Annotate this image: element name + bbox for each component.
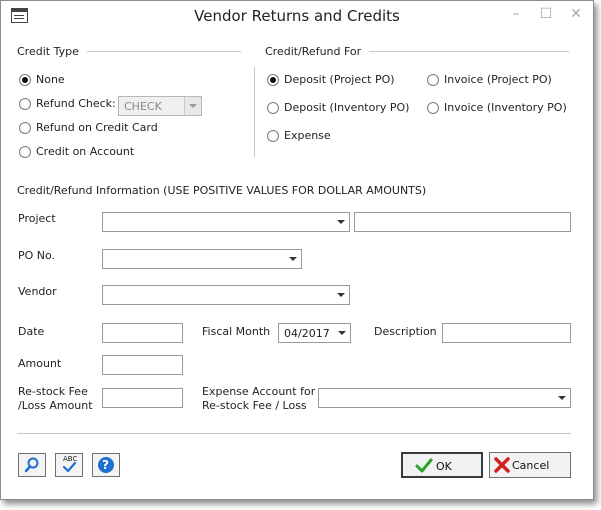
help-icon-text: ? [102,458,109,472]
chevron-down-icon [289,257,297,261]
radio-invoice-inventory-po-label: Invoice (Inventory PO) [444,101,567,114]
check-type-combo: CHECK [118,96,202,116]
radio-refund-check[interactable] [19,98,31,110]
vendor-returns-dialog: Vendor Returns and Credits – ☐ ✕ Credit … [0,0,594,500]
cancel-button[interactable]: Cancel [489,452,571,478]
fiscal-month-combo[interactable]: 04/2017 [278,323,351,343]
expense-account-label-line1: Expense Account for [202,385,316,398]
fiscal-month-value: 04/2017 [284,327,330,340]
radio-deposit-inventory-po-label: Deposit (Inventory PO) [284,101,410,114]
restock-label-line2: /Loss Amount [18,399,93,412]
radio-credit-on-account[interactable] [19,146,31,158]
amount-field[interactable] [102,355,183,375]
chevron-down-icon [337,220,345,224]
chevron-down-icon [338,331,346,335]
check-type-value: CHECK [124,100,162,113]
cancel-button-label: Cancel [512,459,550,472]
project-label: Project [18,212,56,225]
minimize-icon[interactable]: – [506,6,526,22]
description-field[interactable] [442,323,571,343]
radio-deposit-inventory-po[interactable] [267,102,279,114]
description-label: Description [374,325,437,338]
search-icon [24,457,39,473]
help-button[interactable]: ? [92,453,120,477]
close-x-icon [494,457,510,473]
radio-expense-label: Expense [284,129,331,142]
restock-fee-field[interactable] [102,388,183,408]
spell-check-button[interactable]: ABC [55,453,83,477]
radio-expense[interactable] [267,130,279,142]
maximize-icon[interactable]: ☐ [536,6,556,22]
title-bar: Vendor Returns and Credits – ☐ ✕ [1,1,593,31]
radio-none[interactable] [19,74,31,86]
expense-account-combo[interactable] [318,388,571,408]
spell-check-icon [62,461,77,473]
ok-button-label: OK [436,460,452,473]
credit-refund-for-heading: Credit/Refund For [265,45,362,58]
project-description-field[interactable] [354,212,571,232]
close-icon[interactable]: ✕ [566,6,586,22]
info-heading: Credit/Refund Information (USE POSITIVE … [17,184,427,197]
project-combo[interactable] [102,212,350,232]
date-label: Date [18,325,45,338]
fiscal-month-label: Fiscal Month [202,325,271,338]
radio-invoice-project-po-label: Invoice (Project PO) [444,73,552,86]
chevron-down-icon [337,293,345,297]
restock-label-line1: Re-stock Fee [18,385,88,398]
search-button[interactable] [18,453,46,477]
vendor-label: Vendor [18,285,57,298]
date-field[interactable] [102,323,183,343]
po-combo[interactable] [102,249,302,269]
window-title: Vendor Returns and Credits [194,7,400,25]
radio-deposit-project-po-label: Deposit (Project PO) [284,73,395,86]
radio-refund-credit-card-label: Refund on Credit Card [36,121,158,134]
radio-refund-credit-card[interactable] [19,122,31,134]
radio-none-label: None [36,73,65,86]
amount-label: Amount [18,357,62,370]
radio-refund-check-label: Refund Check: [36,97,116,110]
credit-refund-for-divider [369,51,569,52]
check-icon [415,458,433,473]
radio-invoice-project-po[interactable] [427,74,439,86]
expense-account-label-line2: Re-stock Fee / Loss [202,399,307,412]
footer-divider [17,433,571,434]
radio-deposit-project-po[interactable] [267,74,279,86]
radio-invoice-inventory-po[interactable] [427,102,439,114]
section-divider [254,67,255,157]
credit-type-divider [87,51,241,52]
po-label: PO No. [18,249,56,262]
credit-type-heading: Credit Type [17,45,79,58]
ok-button[interactable]: OK [401,452,483,478]
radio-credit-on-account-label: Credit on Account [36,145,135,158]
chevron-down-icon [189,104,197,108]
chevron-down-icon [558,396,566,400]
vendor-combo[interactable] [102,285,350,305]
